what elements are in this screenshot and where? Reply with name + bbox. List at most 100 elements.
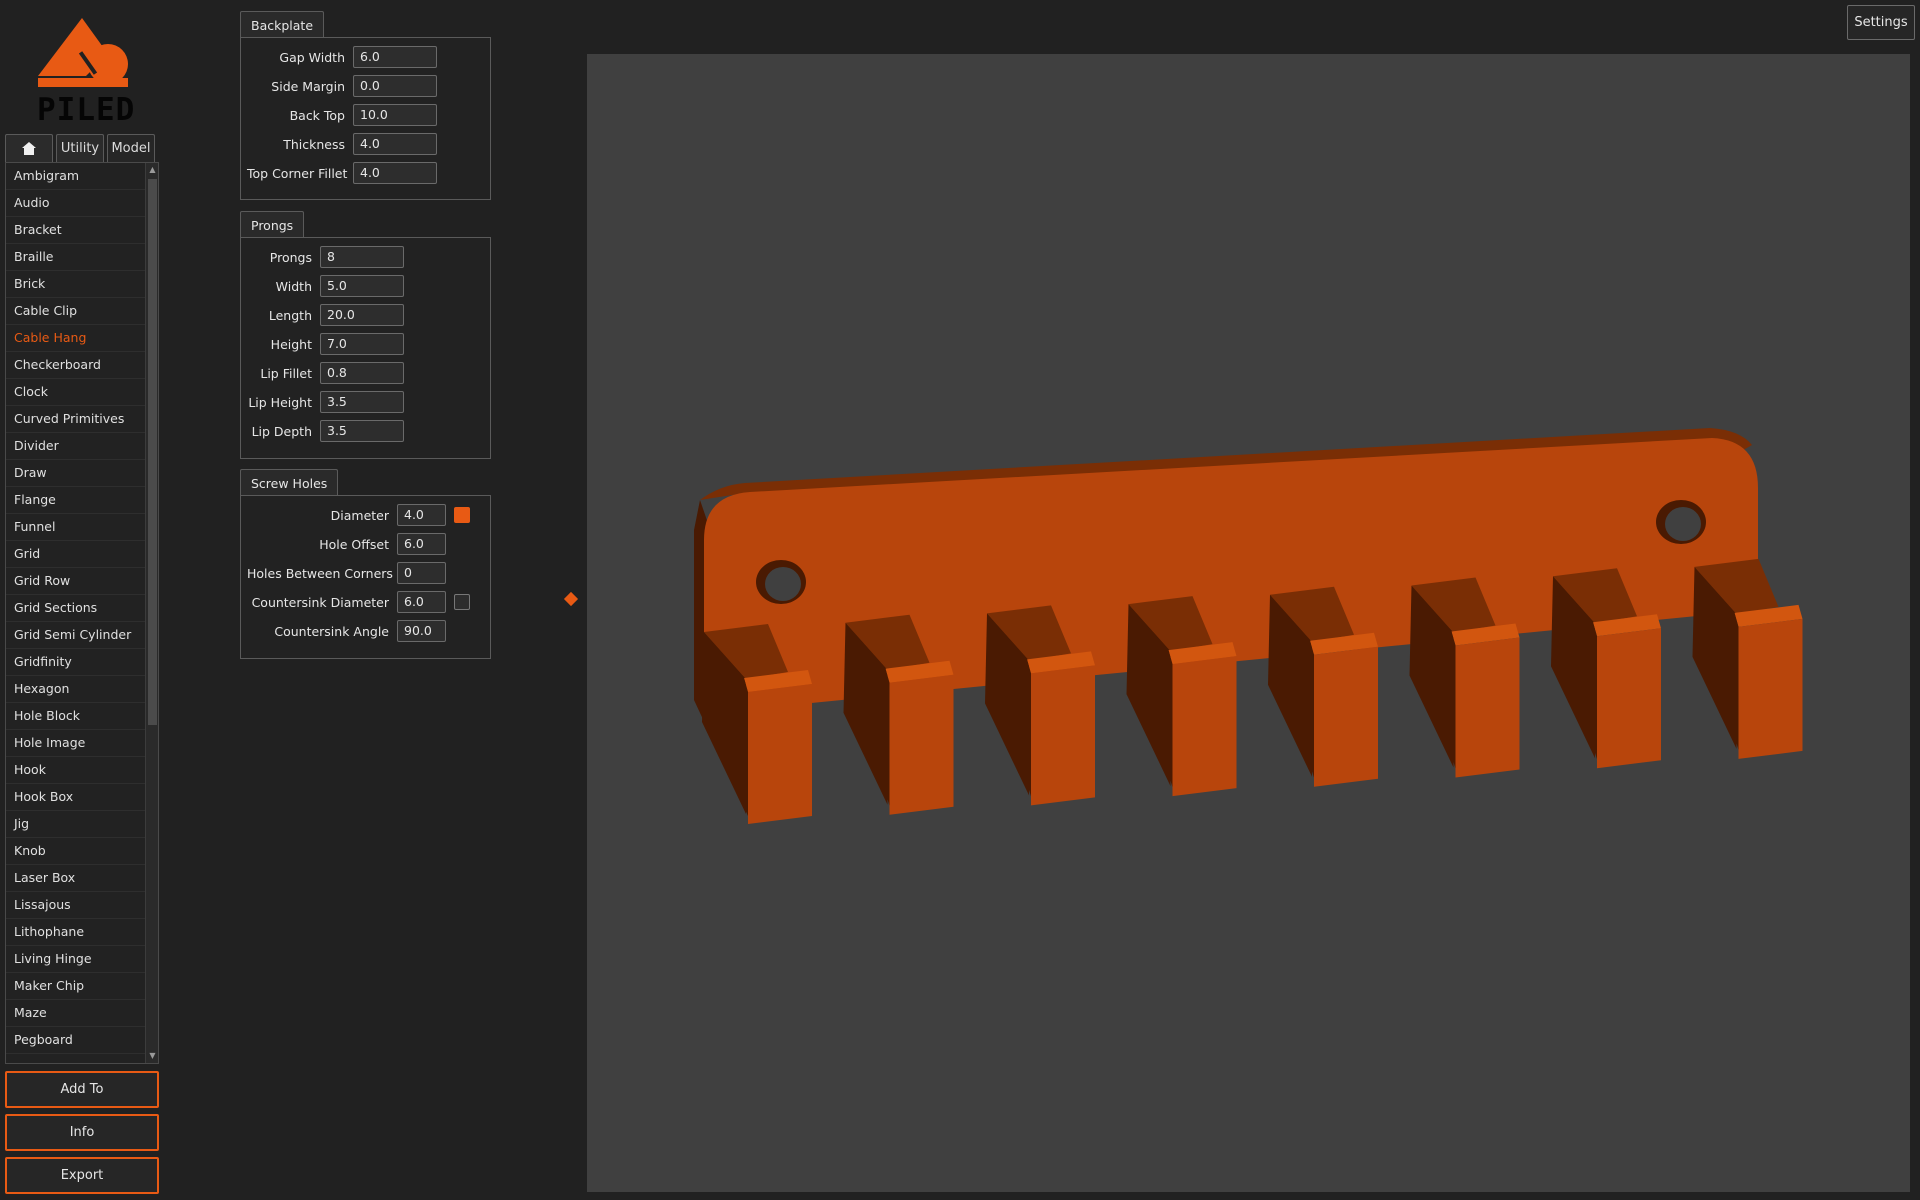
- model-list-item[interactable]: Clock: [6, 379, 146, 406]
- home-icon: [22, 142, 36, 155]
- param-input[interactable]: 0: [397, 562, 446, 584]
- model-list-item[interactable]: Grid Row: [6, 568, 146, 595]
- param-row: Lip Fillet 0.8: [247, 362, 404, 384]
- model-list-item[interactable]: Cable Clip: [6, 298, 146, 325]
- param-input[interactable]: 8: [320, 246, 404, 268]
- model-list-item[interactable]: Hook: [6, 757, 146, 784]
- param-input[interactable]: 3.5: [320, 391, 404, 413]
- model-list-scrollbar[interactable]: ▲ ▼: [145, 163, 158, 1063]
- model-list-item[interactable]: Curved Primitives: [6, 406, 146, 433]
- viewport-pivot-marker[interactable]: [563, 591, 579, 607]
- model-list-item[interactable]: Hole Image: [6, 730, 146, 757]
- param-input[interactable]: 0.8: [320, 362, 404, 384]
- scroll-up-icon[interactable]: ▲: [147, 164, 158, 176]
- model-list-item[interactable]: Brick: [6, 271, 146, 298]
- param-label: Side Margin: [271, 78, 345, 94]
- param-label: Countersink Diameter: [251, 594, 389, 610]
- model-list-item[interactable]: Ambigram: [6, 163, 146, 190]
- prong-front: [889, 674, 954, 815]
- param-input[interactable]: 5.0: [320, 275, 404, 297]
- param-input[interactable]: 90.0: [397, 620, 446, 642]
- model-list-item[interactable]: Braille: [6, 244, 146, 271]
- info-button[interactable]: Info: [5, 1114, 159, 1151]
- screw-hole-through: [765, 567, 801, 601]
- model-list-item[interactable]: Hexagon: [6, 676, 146, 703]
- model-list-item[interactable]: Hole Block: [6, 703, 146, 730]
- param-row: Height 7.0: [247, 333, 404, 355]
- param-row: Length 20.0: [247, 304, 404, 326]
- model-list-item[interactable]: Lithophane: [6, 919, 146, 946]
- param-label: Diameter: [330, 507, 389, 523]
- model-list-item[interactable]: Pegboard: [6, 1027, 146, 1054]
- param-row: Countersink Angle 90.0: [247, 620, 446, 642]
- prong-front: [748, 684, 812, 824]
- tab-home[interactable]: [5, 134, 53, 162]
- model-list-item[interactable]: Hook Box: [6, 784, 146, 811]
- prongs-group: Prongs 8 Width 5.0 Length 20.0 Height 7.0 Lip Fi…: [240, 237, 491, 459]
- model-list-item[interactable]: Gridfinity: [6, 649, 146, 676]
- param-label: Width: [275, 278, 312, 294]
- prong-lip-side: [885, 668, 890, 806]
- 3d-viewport[interactable]: [587, 54, 1910, 1192]
- prong-lip-side: [1593, 622, 1597, 760]
- export-button[interactable]: Export: [5, 1157, 159, 1194]
- model-list-item[interactable]: Audio: [6, 190, 146, 217]
- prong-lip-side: [1451, 631, 1456, 769]
- model-list-item[interactable]: Lissajous: [6, 892, 146, 919]
- param-label: Lip Depth: [251, 423, 312, 439]
- model-list-item[interactable]: Living Hinge: [6, 946, 146, 973]
- param-row: Side Margin 0.0: [247, 75, 437, 97]
- param-label: Lip Fillet: [260, 365, 312, 381]
- prong-lip-side: [1310, 640, 1314, 778]
- param-input[interactable]: 10.0: [353, 104, 437, 126]
- model-list-item[interactable]: Laser Box: [6, 865, 146, 892]
- model-list-item[interactable]: Draw: [6, 460, 146, 487]
- param-input[interactable]: 4.0: [397, 504, 446, 526]
- param-input[interactable]: 6.0: [353, 46, 437, 68]
- tab-model[interactable]: Model: [107, 134, 155, 162]
- cable-hang-model: [694, 428, 1803, 824]
- model-list-item[interactable]: Bracket: [6, 217, 146, 244]
- model-list-item[interactable]: Flange: [6, 487, 146, 514]
- param-input[interactable]: 4.0: [353, 133, 437, 155]
- model-list-item[interactable]: Maker Chip: [6, 973, 146, 1000]
- model-list-item[interactable]: Funnel: [6, 514, 146, 541]
- add-to-button[interactable]: Add To: [5, 1071, 159, 1108]
- backplate-group-title: Backplate: [240, 11, 325, 38]
- tab-utility[interactable]: Utility: [56, 134, 104, 162]
- model-list-item[interactable]: Jig: [6, 811, 146, 838]
- param-label: Top Corner Fillet: [247, 165, 348, 181]
- param-input[interactable]: 7.0: [320, 333, 404, 355]
- model-list-item[interactable]: Maze: [6, 1000, 146, 1027]
- model-list-item[interactable]: Checkerboard: [6, 352, 146, 379]
- param-input[interactable]: 6.0: [397, 591, 446, 613]
- scroll-thumb[interactable]: [148, 179, 157, 725]
- param-input[interactable]: 3.5: [320, 420, 404, 442]
- screw-holes-group: Diameter 4.0 Hole Offset 6.0 Holes Between C…: [240, 495, 491, 659]
- param-toggle[interactable]: [454, 507, 470, 523]
- prongs-group-title: Prongs: [240, 211, 305, 238]
- prong-lip-side: [1168, 650, 1173, 788]
- param-label: Holes Between Corners: [247, 565, 393, 581]
- model-list-item[interactable]: Divider: [6, 433, 146, 460]
- model-list-item[interactable]: Grid Semi Cylinder: [6, 622, 146, 649]
- param-row: Hole Offset 6.0: [247, 533, 446, 555]
- param-input[interactable]: 6.0: [397, 533, 446, 555]
- param-input[interactable]: 20.0: [320, 304, 404, 326]
- param-label: Prongs: [269, 249, 312, 265]
- prong-front: [1455, 637, 1520, 778]
- settings-button[interactable]: Settings: [1847, 5, 1915, 40]
- param-label: Gap Width: [279, 49, 345, 65]
- param-row: Countersink Diameter 6.0: [247, 591, 470, 613]
- param-input[interactable]: 4.0: [353, 162, 437, 184]
- prong-lip-side: [1027, 659, 1031, 797]
- model-list-item[interactable]: Grid Sections: [6, 595, 146, 622]
- param-input[interactable]: 0.0: [353, 75, 437, 97]
- model-list-item[interactable]: Cable Hang: [6, 325, 146, 352]
- param-toggle[interactable]: [454, 594, 470, 610]
- param-row: Gap Width 6.0: [247, 46, 437, 68]
- model-list-item[interactable]: Knob: [6, 838, 146, 865]
- model-list-item[interactable]: Grid: [6, 541, 146, 568]
- prong-front: [1597, 628, 1661, 769]
- scroll-down-icon[interactable]: ▼: [147, 1050, 158, 1062]
